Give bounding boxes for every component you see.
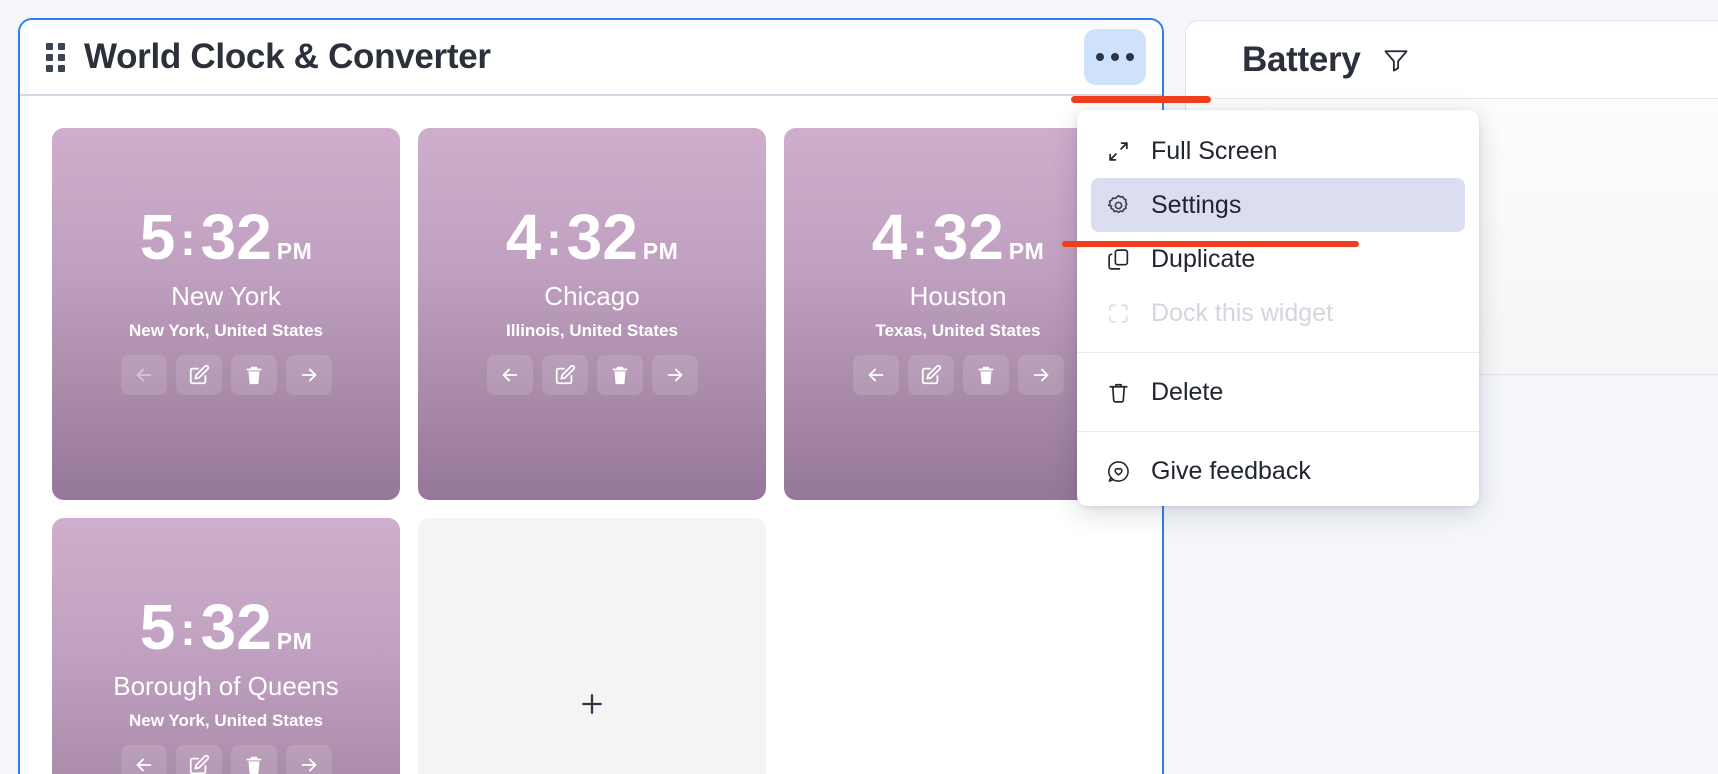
menu-item-delete[interactable]: Delete xyxy=(1091,365,1465,419)
expand-icon xyxy=(1105,138,1131,164)
menu-divider xyxy=(1077,352,1479,353)
clock-card-actions xyxy=(120,745,332,774)
clock-hour: 4 xyxy=(505,201,542,273)
next-timezone-button[interactable] xyxy=(651,355,698,395)
delete-clock-button[interactable] xyxy=(230,745,277,774)
widget-title: World Clock & Converter xyxy=(84,37,491,76)
clock-hour: 5 xyxy=(139,201,176,273)
battery-widget-header: Battery xyxy=(1186,21,1718,99)
clock-minute: 32 xyxy=(200,591,272,663)
edit-clock-button[interactable] xyxy=(175,745,222,774)
screen: Battery 9 Working World Clock & Converte… xyxy=(0,0,1718,774)
copy-icon xyxy=(1105,246,1131,272)
kebab-dot-icon xyxy=(1096,53,1104,61)
widget-menu-button[interactable] xyxy=(1084,29,1146,85)
clock-card-actions xyxy=(852,355,1064,395)
menu-item-label: Settings xyxy=(1151,190,1242,219)
clock-city: Borough of Queens xyxy=(113,671,339,701)
annotation-underline-menu-button xyxy=(1071,96,1211,103)
menu-item-give-feedback[interactable]: Give feedback xyxy=(1091,444,1465,498)
prev-timezone-button[interactable] xyxy=(486,355,533,395)
widget-header: World Clock & Converter xyxy=(20,20,1162,96)
clock-ampm: PM xyxy=(642,238,679,264)
menu-item-full-screen[interactable]: Full Screen xyxy=(1091,124,1465,178)
clock-ampm: PM xyxy=(1008,238,1045,264)
clock-city: Houston xyxy=(909,281,1007,311)
edit-clock-button[interactable] xyxy=(541,355,588,395)
delete-clock-button[interactable] xyxy=(230,355,277,395)
annotation-underline-settings xyxy=(1062,241,1359,247)
clock-time: 4 : 32 PM xyxy=(872,205,1045,269)
prev-timezone-button[interactable] xyxy=(120,745,167,774)
dock-icon xyxy=(1105,300,1131,326)
clock-colon: : xyxy=(180,603,196,655)
clock-ampm: PM xyxy=(276,238,313,264)
edit-clock-button[interactable] xyxy=(175,355,222,395)
delete-clock-button[interactable] xyxy=(962,355,1009,395)
menu-item-label: Give feedback xyxy=(1151,456,1311,485)
clock-region: Texas, United States xyxy=(875,321,1041,340)
clock-card[interactable]: 5 : 32 PM Borough of Queens New York, Un… xyxy=(52,518,400,774)
menu-item-settings[interactable]: Settings xyxy=(1091,178,1465,232)
prev-timezone-button[interactable] xyxy=(120,355,167,395)
clock-colon: : xyxy=(912,213,928,265)
widget-body: 5 : 32 PM New York New York, United Stat… xyxy=(20,96,1162,774)
clock-region: New York, United States xyxy=(129,711,323,730)
add-clock-card[interactable] xyxy=(418,518,766,774)
clock-card[interactable]: 4 : 32 PM Chicago Illinois, United State… xyxy=(418,128,766,500)
next-timezone-button[interactable] xyxy=(285,745,332,774)
clock-minute: 32 xyxy=(932,201,1004,273)
clock-city: New York xyxy=(171,281,281,311)
battery-widget-title: Battery xyxy=(1242,39,1361,79)
clock-card-actions xyxy=(486,355,698,395)
funnel-icon[interactable] xyxy=(1381,45,1411,75)
plus-icon xyxy=(577,689,607,719)
clock-time: 5 : 32 PM xyxy=(140,205,313,269)
menu-item-label: Delete xyxy=(1151,377,1224,406)
widget-context-menu: Full Screen Settings Duplicate Dock this… xyxy=(1077,110,1479,506)
clock-hour: 4 xyxy=(871,201,908,273)
menu-item-dock-this-widget: Dock this widget xyxy=(1091,286,1465,340)
next-timezone-button[interactable] xyxy=(1017,355,1064,395)
edit-clock-button[interactable] xyxy=(907,355,954,395)
delete-clock-button[interactable] xyxy=(596,355,643,395)
menu-item-label: Dock this widget xyxy=(1151,298,1334,327)
clock-minute: 32 xyxy=(566,201,638,273)
clock-hour: 5 xyxy=(139,591,176,663)
clock-colon: : xyxy=(180,213,196,265)
clock-colon: : xyxy=(546,213,562,265)
clock-time: 5 : 32 PM xyxy=(140,595,313,659)
clock-region: New York, United States xyxy=(129,321,323,340)
clock-region: Illinois, United States xyxy=(506,321,678,340)
world-clock-widget: World Clock & Converter 5 : 32 PM New Yo… xyxy=(18,18,1164,774)
menu-item-label: Full Screen xyxy=(1151,136,1278,165)
clock-grid: 5 : 32 PM New York New York, United Stat… xyxy=(52,128,1162,774)
kebab-dot-icon xyxy=(1126,53,1134,61)
trash-icon xyxy=(1105,379,1131,405)
menu-divider xyxy=(1077,431,1479,432)
next-timezone-button[interactable] xyxy=(285,355,332,395)
clock-time: 4 : 32 PM xyxy=(506,205,679,269)
clock-card[interactable]: 5 : 32 PM New York New York, United Stat… xyxy=(52,128,400,500)
clock-city: Chicago xyxy=(544,281,640,311)
clock-card-actions xyxy=(120,355,332,395)
drag-handle-icon[interactable] xyxy=(46,42,68,72)
feedback-icon xyxy=(1105,458,1131,484)
prev-timezone-button[interactable] xyxy=(852,355,899,395)
clock-ampm: PM xyxy=(276,628,313,654)
clock-minute: 32 xyxy=(200,201,272,273)
kebab-dot-icon xyxy=(1111,53,1119,61)
menu-item-label: Duplicate xyxy=(1151,244,1256,273)
gear-icon xyxy=(1105,192,1131,218)
